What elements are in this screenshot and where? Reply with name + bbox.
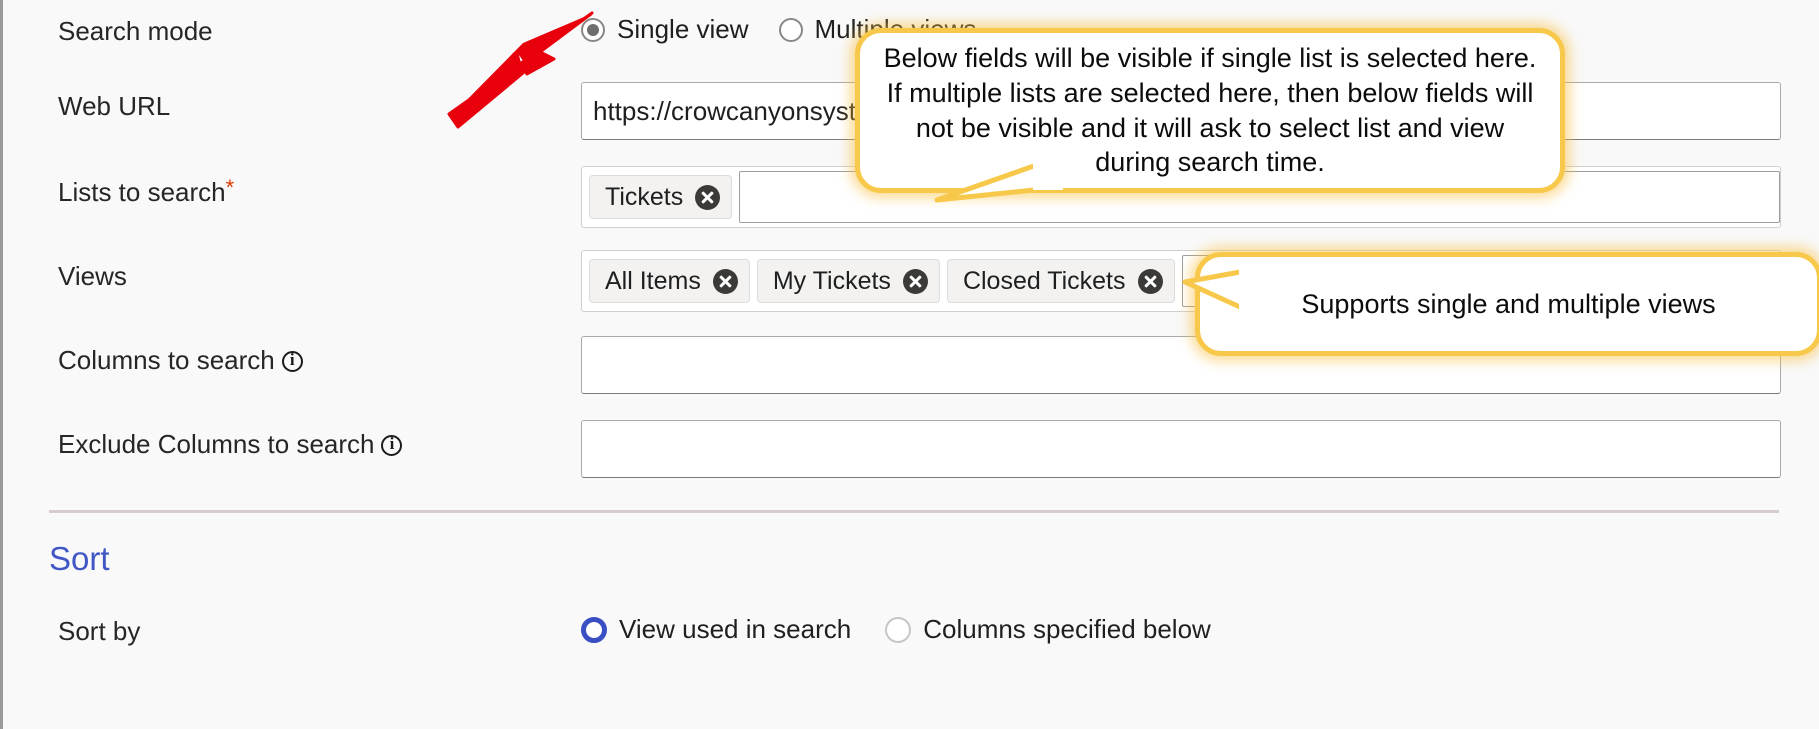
red-arrow-annotation: [447, 11, 594, 129]
remove-tag-icon[interactable]: [1137, 268, 1163, 294]
callout-tail-icon: [1182, 268, 1271, 316]
form-row-exclude-columns-to-search: Exclude Columns to search: [3, 420, 1819, 478]
info-icon[interactable]: [281, 350, 303, 372]
label-exclude-columns-to-search: Exclude Columns to search: [58, 429, 403, 460]
tag-label: Tickets: [605, 182, 684, 211]
remove-tag-icon[interactable]: [712, 268, 738, 294]
tag-pill[interactable]: My Tickets: [756, 259, 940, 303]
remove-tag-icon[interactable]: [695, 184, 721, 210]
tag-label: Closed Tickets: [962, 266, 1126, 295]
form-row-sort-by: Sort by View used in search Columns spec…: [3, 612, 1819, 658]
required-marker: *: [225, 175, 235, 200]
radio-label-columns-specified-below: Columns specified below: [923, 614, 1211, 644]
label-views: Views: [58, 261, 127, 291]
label-web-url: Web URL: [58, 91, 171, 121]
section-title-sort: Sort: [49, 540, 110, 577]
callout-supports-views-text: Supports single and multiple views: [1301, 288, 1716, 319]
tag-label: My Tickets: [772, 266, 891, 295]
label-columns-to-search-text: Columns to search: [58, 345, 275, 375]
radio-icon-multiple-views[interactable]: [778, 17, 803, 42]
tag-pill[interactable]: Tickets: [589, 175, 733, 219]
radio-label-view-used-in-search: View used in search: [619, 614, 852, 644]
radio-icon-columns-specified-below[interactable]: [885, 616, 912, 643]
radio-label-single-view: Single view: [617, 14, 749, 44]
settings-form-screenshot: Search mode Single view Multiple views W…: [0, 0, 1819, 729]
label-sort-by: Sort by: [58, 616, 141, 646]
sort-by-radio-group: View used in search Columns specified be…: [581, 614, 1241, 645]
tag-label: All Items: [605, 266, 701, 295]
tag-pill[interactable]: All Items: [589, 259, 750, 303]
section-divider: [49, 510, 1779, 513]
remove-tag-icon[interactable]: [902, 268, 928, 294]
label-exclude-columns-to-search-text: Exclude Columns to search: [58, 429, 375, 459]
label-lists-to-search-text: Lists to search: [58, 177, 226, 207]
label-search-mode: Search mode: [58, 16, 213, 46]
radio-icon-view-used-in-search[interactable]: [581, 616, 607, 643]
tag-pill[interactable]: Closed Tickets: [946, 259, 1175, 303]
exclude-columns-to-search-input[interactable]: [581, 420, 1781, 478]
info-icon[interactable]: [381, 434, 403, 456]
label-columns-to-search: Columns to search: [58, 345, 303, 376]
callout-tail-icon: [934, 140, 1063, 203]
radio-option-columns-specified-below[interactable]: Columns specified below: [885, 614, 1211, 645]
callout-supports-views: Supports single and multiple views: [1195, 252, 1819, 356]
radio-option-view-used-in-search[interactable]: View used in search: [581, 614, 851, 645]
label-lists-to-search: Lists to search*: [58, 177, 234, 208]
